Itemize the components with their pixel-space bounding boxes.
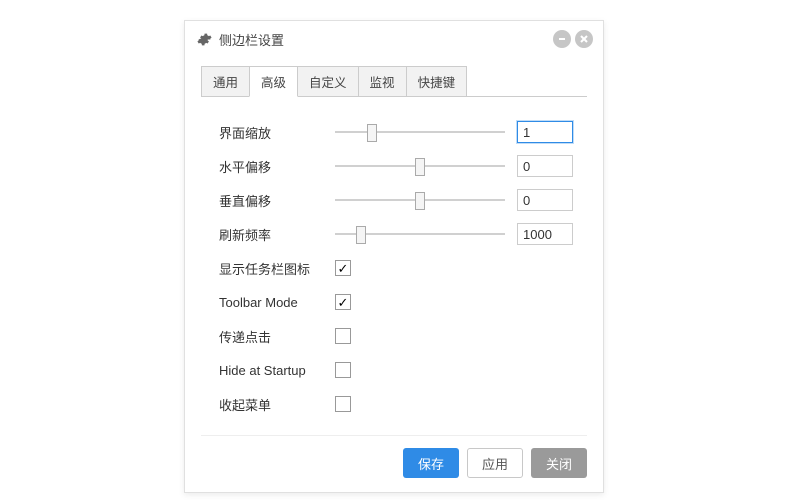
- tab-advanced[interactable]: 高级: [249, 66, 298, 97]
- input-ui-scale[interactable]: [517, 121, 573, 143]
- tab-custom[interactable]: 自定义: [297, 66, 359, 97]
- tabs: 通用 高级 自定义 监视 快捷键: [201, 65, 587, 97]
- sidebar-settings-dialog: 侧边栏设置 通用 高级 自定义 监视 快捷键 界面缩放: [184, 20, 604, 493]
- label-refresh: 刷新频率: [219, 225, 335, 244]
- tab-general[interactable]: 通用: [201, 66, 250, 97]
- checkbox-toolbar-mode[interactable]: [335, 294, 351, 310]
- checkbox-passthrough[interactable]: [335, 328, 351, 344]
- checkbox-collapse-menu[interactable]: [335, 396, 351, 412]
- gear-icon: [197, 32, 212, 47]
- row-toolbar-mode: Toolbar Mode: [219, 285, 583, 319]
- row-hoffset: 水平偏移: [219, 149, 583, 183]
- minimize-button[interactable]: [553, 30, 571, 48]
- tab-hotkeys[interactable]: 快捷键: [406, 66, 468, 97]
- row-collapse-menu: 收起菜单: [219, 387, 583, 421]
- checkbox-show-tray[interactable]: [335, 260, 351, 276]
- slider-hoffset[interactable]: [335, 156, 505, 176]
- checkbox-hide-startup[interactable]: [335, 362, 351, 378]
- row-show-tray: 显示任务栏图标: [219, 251, 583, 285]
- label-collapse-menu: 收起菜单: [219, 395, 335, 414]
- close-button[interactable]: [575, 30, 593, 48]
- label-hoffset: 水平偏移: [219, 157, 335, 176]
- tab-monitor[interactable]: 监视: [358, 66, 407, 97]
- label-voffset: 垂直偏移: [219, 191, 335, 210]
- slider-refresh[interactable]: [335, 224, 505, 244]
- label-hide-startup: Hide at Startup: [219, 363, 335, 378]
- slider-ui-scale[interactable]: [335, 122, 505, 142]
- input-hoffset[interactable]: [517, 155, 573, 177]
- titlebar: 侧边栏设置: [185, 21, 603, 57]
- label-ui-scale: 界面缩放: [219, 123, 335, 142]
- slider-voffset[interactable]: [335, 190, 505, 210]
- row-voffset: 垂直偏移: [219, 183, 583, 217]
- label-toolbar-mode: Toolbar Mode: [219, 295, 335, 310]
- row-refresh: 刷新频率: [219, 217, 583, 251]
- input-voffset[interactable]: [517, 189, 573, 211]
- close-dialog-button[interactable]: 关闭: [531, 448, 587, 478]
- window-title: 侧边栏设置: [219, 30, 549, 49]
- advanced-panel: 界面缩放 水平偏移: [201, 111, 587, 425]
- dialog-body: 通用 高级 自定义 监视 快捷键 界面缩放 水平偏移: [185, 57, 603, 492]
- row-ui-scale: 界面缩放: [219, 115, 583, 149]
- input-refresh[interactable]: [517, 223, 573, 245]
- apply-button[interactable]: 应用: [467, 448, 523, 478]
- footer: 保存 应用 关闭: [201, 435, 587, 478]
- label-show-tray: 显示任务栏图标: [219, 259, 335, 278]
- row-passthrough: 传递点击: [219, 319, 583, 353]
- label-passthrough: 传递点击: [219, 327, 335, 346]
- save-button[interactable]: 保存: [403, 448, 459, 478]
- row-hide-startup: Hide at Startup: [219, 353, 583, 387]
